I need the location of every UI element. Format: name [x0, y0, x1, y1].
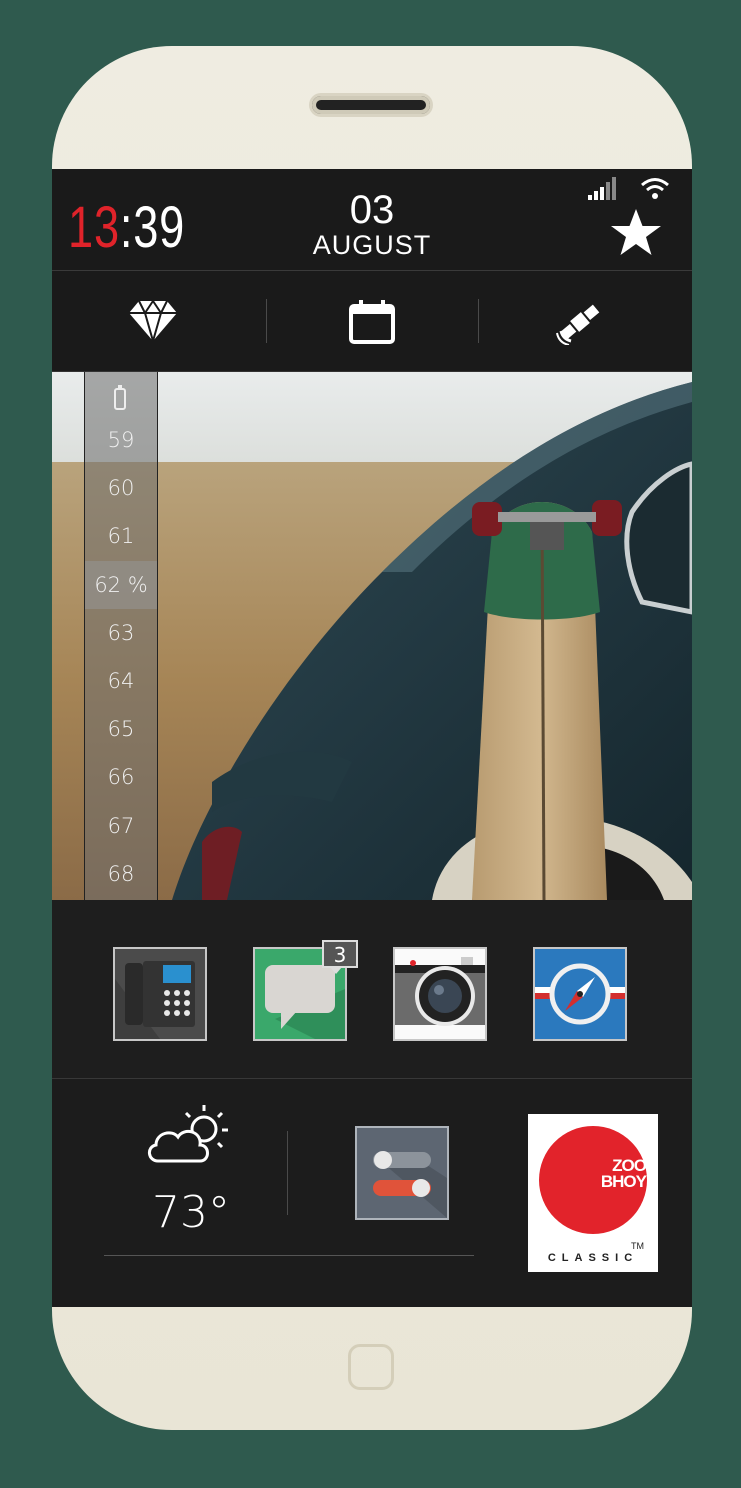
speaker-grille — [312, 96, 430, 114]
cellular-signal-icon — [588, 177, 616, 200]
phone-app[interactable] — [113, 947, 207, 1041]
wallpaper: 59 60 61 62 % 63 64 65 66 67 68 — [52, 372, 692, 900]
temperature[interactable]: 73° — [152, 1187, 230, 1238]
camera-icon — [395, 949, 485, 1039]
wifi-icon — [641, 178, 669, 199]
battery-level-item[interactable]: 64 — [85, 657, 157, 705]
logo-tagline: CLASSIC — [547, 1252, 639, 1264]
clock[interactable]: 13:39 — [68, 199, 185, 257]
zooboy-classic-logo-app[interactable]: ZOO BHOY TM CLASSIC — [528, 1114, 658, 1272]
logo-wordmark: ZOO BHOY — [600, 1157, 647, 1191]
satellite-icon[interactable] — [555, 299, 605, 345]
toggle-divider — [478, 299, 479, 343]
logo-trademark: TM — [631, 1241, 644, 1251]
status-bar: 13:39 03 AUGUST — [52, 169, 692, 271]
battery-level-item[interactable]: 62 % — [85, 560, 157, 609]
battery-level-item[interactable]: 68 — [85, 850, 157, 898]
clock-minute: 39 — [133, 195, 186, 260]
diamond-icon[interactable] — [127, 299, 179, 343]
toggle-settings-icon — [373, 1151, 447, 1218]
battery-level-item[interactable]: 60 — [85, 464, 157, 512]
widget-area: 73° ZOO BHOY TM CLASSIC — [52, 1079, 692, 1307]
date-month: AUGUST — [312, 230, 432, 260]
phone-icon — [115, 949, 205, 1039]
partly-cloudy-icon — [148, 1105, 228, 1163]
clock-hour: 13 — [68, 195, 120, 260]
toggle-divider — [266, 299, 267, 343]
date-day: 03 — [349, 188, 395, 232]
settings-toggle-app[interactable] — [355, 1126, 449, 1220]
home-screen: 13:39 03 AUGUST 59 60 61 62 % 63 64 65 6… — [52, 169, 692, 1307]
star-icon[interactable] — [609, 207, 663, 259]
quick-toggle-bar — [52, 271, 692, 372]
battery-level-item[interactable]: 59 — [85, 416, 157, 464]
battery-level-scroller[interactable]: 59 60 61 62 % 63 64 65 66 67 68 — [84, 372, 158, 900]
compass-app[interactable] — [533, 947, 627, 1041]
camera-app[interactable] — [393, 947, 487, 1041]
calendar-icon[interactable] — [348, 299, 396, 345]
home-button[interactable] — [348, 1344, 394, 1390]
battery-level-item[interactable]: 67 — [85, 802, 157, 850]
battery-level-item[interactable]: 66 — [85, 753, 157, 801]
widget-underline — [104, 1255, 474, 1256]
date-display[interactable]: 03 AUGUST — [272, 189, 472, 259]
battery-level-item[interactable]: 65 — [85, 705, 157, 753]
logo-line-2: BHOY — [600, 1172, 647, 1191]
compass-icon — [535, 949, 625, 1039]
message-count-badge: 3 — [322, 940, 358, 974]
battery-level-item[interactable]: 63 — [85, 609, 157, 657]
battery-icon — [114, 385, 126, 410]
widget-divider — [287, 1131, 288, 1215]
phone-frame: 13:39 03 AUGUST 59 60 61 62 % 63 64 65 6… — [52, 46, 692, 1430]
battery-level-item[interactable]: 61 — [85, 512, 157, 560]
app-dock: 3 — [52, 900, 692, 1079]
clock-separator: : — [119, 195, 134, 260]
